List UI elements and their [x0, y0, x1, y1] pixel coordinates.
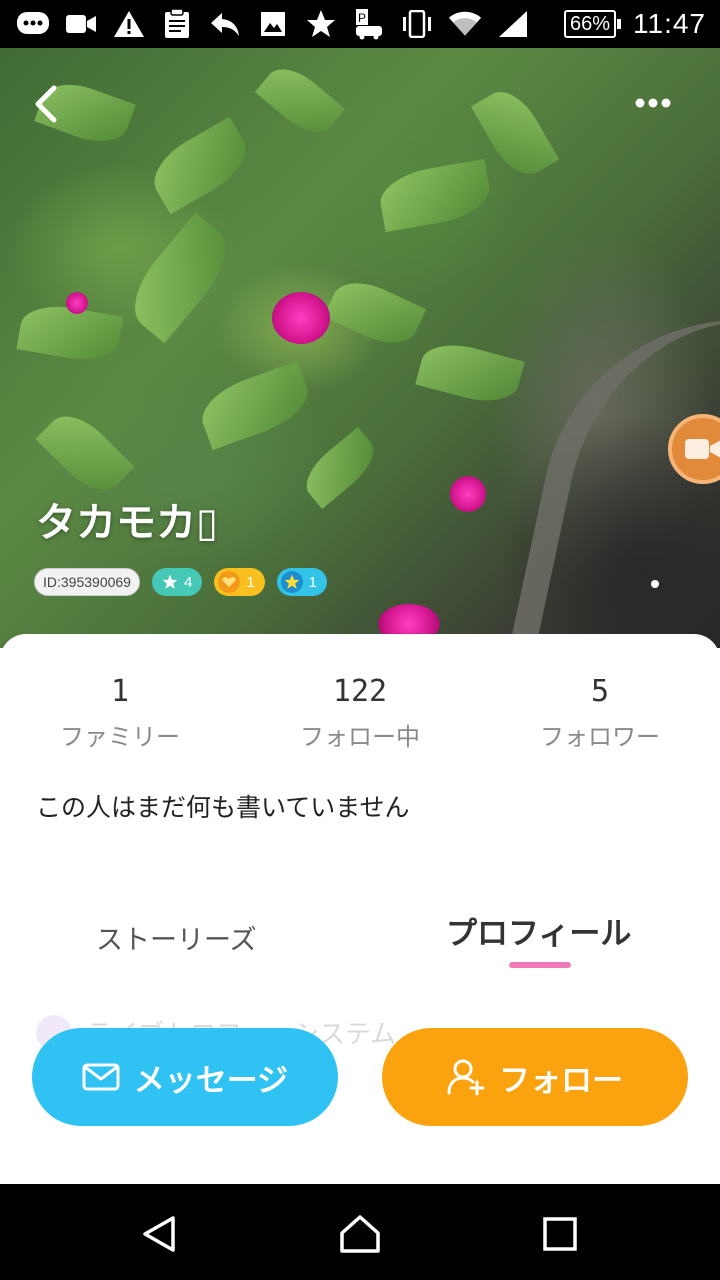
- stat-followers-label: フォロワー: [540, 723, 660, 751]
- parking-car-icon: P: [352, 9, 386, 40]
- stat-family-label: ファミリー: [60, 723, 180, 751]
- chat-bubble-icon: [16, 9, 50, 39]
- level-badge[interactable]: 4: [151, 568, 203, 596]
- warning-icon: [112, 9, 146, 39]
- level-badge-count: 4: [183, 573, 193, 591]
- heart-icon: [218, 571, 241, 593]
- profile-tabs: ストーリーズ プロフィール: [0, 904, 720, 974]
- more-options-button[interactable]: [630, 88, 690, 118]
- star-badge[interactable]: 1: [276, 568, 327, 596]
- stat-family-count: 1: [110, 674, 130, 709]
- back-triangle-icon: [143, 1216, 175, 1252]
- stat-family[interactable]: 1 ファミリー: [20, 674, 220, 752]
- clock: 11:47: [633, 8, 706, 39]
- star-badge-count: 1: [308, 573, 317, 591]
- signal-icon: [496, 9, 530, 39]
- active-tab-indicator: [509, 962, 571, 968]
- profile-badges: ID:395390069 4 1 1: [34, 567, 327, 597]
- nav-recents-button[interactable]: [538, 1212, 582, 1256]
- profile-cover-photo: [0, 48, 720, 648]
- svg-text:P: P: [358, 11, 366, 25]
- stat-following-count: 122: [332, 674, 388, 709]
- recents-square-icon: [543, 1217, 577, 1251]
- user-id-badge: ID:395390069: [34, 568, 140, 596]
- add-user-icon: [447, 1059, 485, 1096]
- status-bar: P 66% 11:47: [0, 0, 720, 48]
- image-icon: [256, 9, 290, 39]
- clipboard-icon: [160, 9, 194, 39]
- vibrate-icon: [400, 9, 434, 39]
- more-dots-icon: [635, 98, 671, 108]
- video-camera-icon: [64, 9, 98, 39]
- profile-username: タカモカ▯: [36, 500, 219, 546]
- reply-icon: [208, 9, 242, 39]
- star-icon: [304, 9, 338, 39]
- battery-indicator: 66%: [563, 10, 621, 38]
- system-nav-bar: [0, 1184, 720, 1280]
- nav-back-button[interactable]: [138, 1212, 182, 1256]
- stat-following-label: フォロー中: [300, 723, 420, 751]
- stat-following[interactable]: 122 フォロー中: [260, 674, 460, 752]
- profile-bio: この人はまだ何も書いていません: [36, 793, 410, 822]
- stat-followers-count: 5: [590, 674, 610, 709]
- stat-followers[interactable]: 5 フォロワー: [500, 674, 700, 752]
- tab-profile[interactable]: プロフィール: [446, 908, 631, 953]
- notification-icons: P: [16, 8, 530, 40]
- nav-home-button[interactable]: [338, 1212, 382, 1256]
- chevron-left-icon: [35, 85, 57, 123]
- home-icon: [340, 1215, 380, 1253]
- tab-stories[interactable]: ストーリーズ: [96, 918, 257, 957]
- status-right: 66% 11:47: [563, 6, 706, 42]
- back-button[interactable]: [30, 82, 70, 126]
- follow-button[interactable]: フォロー: [382, 1028, 688, 1126]
- message-button-label: メッセージ: [133, 1062, 289, 1099]
- heart-badge-count: 1: [246, 573, 255, 591]
- wifi-icon: [448, 9, 482, 39]
- action-buttons: メッセージ フォロー: [0, 1028, 720, 1126]
- star-icon: [280, 571, 303, 593]
- video-camera-icon: [685, 439, 720, 459]
- follow-button-label: フォロー: [499, 1062, 623, 1099]
- battery-percent: 66%: [563, 10, 616, 38]
- envelope-icon: [82, 1063, 120, 1091]
- page-indicator-dot: [651, 580, 659, 588]
- message-button[interactable]: メッセージ: [32, 1028, 338, 1126]
- heart-badge[interactable]: 1: [214, 568, 265, 596]
- star-icon: [162, 574, 178, 589]
